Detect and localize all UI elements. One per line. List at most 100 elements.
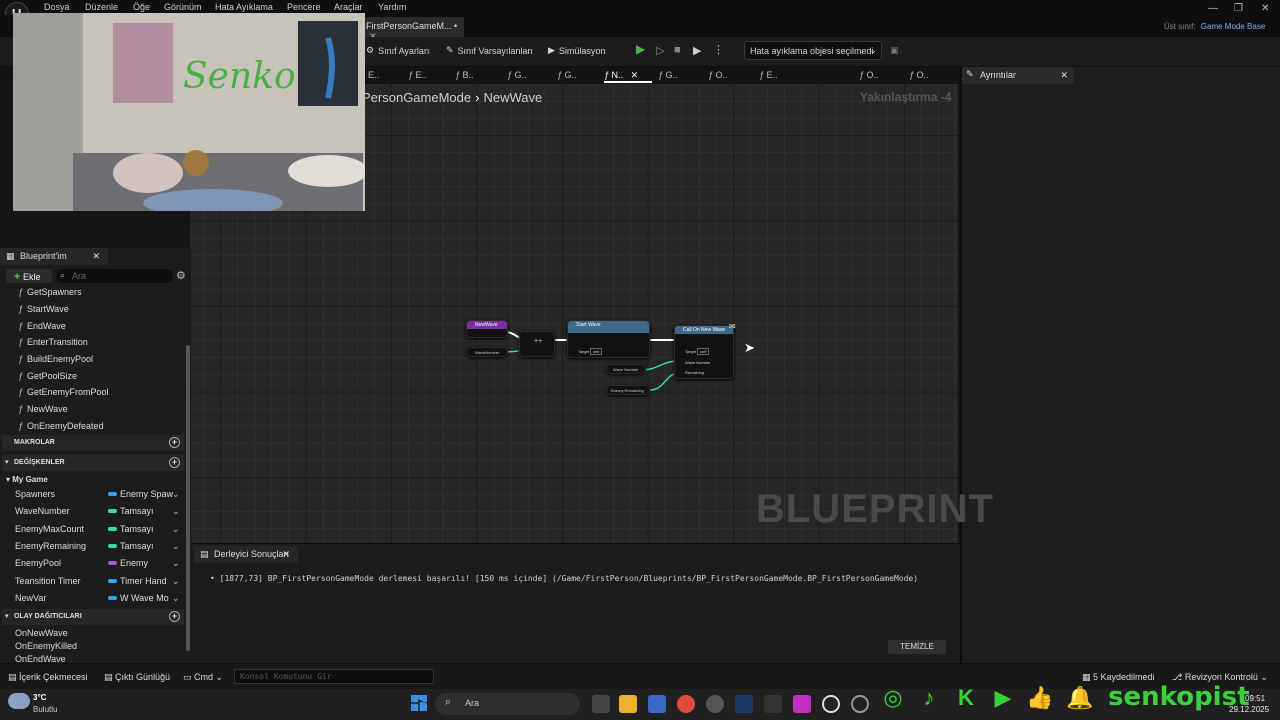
variable-item[interactable]: EnemyRemaining (15, 541, 86, 551)
minimize-icon[interactable]: — (1208, 3, 1218, 14)
github-icon[interactable] (706, 695, 724, 713)
variable-type[interactable]: W Wave Mo (108, 593, 169, 603)
chevron-down-icon[interactable]: ⌄ (172, 524, 180, 535)
macros-section[interactable]: MAKROLAR + (2, 435, 184, 451)
file-explorer-icon[interactable] (619, 695, 637, 713)
variable-item[interactable]: EnemyMaxCount (15, 524, 84, 534)
simulation-button[interactable]: ▶ Simülasyon (548, 45, 605, 56)
cmd-select[interactable]: ▭ Cmd ⌄ (183, 672, 223, 683)
variable-type[interactable]: Tamsayı (108, 541, 154, 551)
chevron-down-icon[interactable]: ⌄ (172, 506, 180, 517)
tab-function-2[interactable]: ƒ E.. (408, 68, 456, 83)
variable-type[interactable]: Tamsayı (108, 524, 154, 534)
close-tab-icon[interactable]: ✕ (1060, 70, 1068, 81)
tab-function-11[interactable]: ƒ O.. (909, 68, 957, 83)
add-variable-icon[interactable]: + (169, 457, 180, 468)
function-item[interactable]: ƒ NewWave (18, 404, 68, 414)
function-item[interactable]: ƒ GetPoolSize (18, 371, 77, 381)
step-icon[interactable]: ▷ (656, 44, 664, 57)
task-view-icon[interactable] (592, 695, 610, 713)
browse-icon[interactable]: ▣ (890, 45, 899, 56)
function-item[interactable]: ƒ OnEnemyDefeated (18, 421, 104, 431)
add-button[interactable]: + Ekle (6, 269, 52, 283)
more-options-icon[interactable]: ⋮ (713, 43, 724, 56)
tab-function-7[interactable]: ƒ G.. (658, 68, 706, 83)
event-dispatchers-section[interactable]: ▾ OLAY DAĞITICILARI + (2, 609, 184, 625)
my-blueprint-tab[interactable]: ▦ Blueprint'im ✕ (0, 248, 108, 265)
close-tab-icon[interactable]: ✕ (92, 251, 100, 262)
left-panel-scrollbar[interactable] (186, 345, 190, 651)
chrome-icon[interactable] (677, 695, 695, 713)
variable-type[interactable]: Enemy (108, 558, 148, 568)
app-icon[interactable] (793, 695, 811, 713)
menu-edit[interactable]: Düzenle (85, 2, 118, 12)
chevron-down-icon[interactable]: ⌄ (172, 541, 180, 552)
search-input[interactable]: ⌕ Ara (56, 269, 173, 283)
dispatcher-item[interactable]: OnNewWave (15, 628, 68, 638)
class-defaults-button[interactable]: ✎ Sınıf Varsayılanları (446, 45, 533, 56)
store-icon[interactable] (648, 695, 666, 713)
variable-type[interactable]: Enemy Spaw (108, 489, 173, 499)
chevron-down-icon[interactable]: ⌄ (172, 576, 180, 587)
output-log-button[interactable]: ▤ Çıktı Günlüğü (104, 672, 170, 683)
function-item[interactable]: ƒ BuildEnemyPool (18, 354, 93, 364)
wave-number-pin[interactable]: WaveNumber (466, 347, 508, 357)
epic-games-icon[interactable] (764, 695, 782, 713)
stop-icon[interactable]: ■ (674, 44, 681, 56)
tab-function-10[interactable]: ƒ O.. (859, 68, 907, 83)
tab-function-9[interactable]: ƒ E.. (759, 68, 807, 83)
function-item[interactable]: ƒ EndWave (18, 321, 66, 331)
variable-type[interactable]: Tamsayı (108, 506, 154, 516)
menu-debug[interactable]: Hata Ayıklama (215, 2, 273, 12)
call-on-new-wave-node[interactable]: Call On New Wave Target self Wave Number… (674, 325, 734, 379)
clear-button[interactable]: TEMİZLE (888, 640, 946, 654)
event-node-newwave[interactable]: NewWave (466, 320, 508, 338)
close-window-icon[interactable]: ✕ (1261, 3, 1269, 14)
sequence-node[interactable]: ++ (519, 331, 555, 357)
start-wave-node[interactable]: Start Wave Target self (567, 320, 650, 358)
tab-function-newwave[interactable]: ƒ N.. ✕ (604, 68, 652, 83)
class-settings-button[interactable]: ⚙ Sınıf Ayarları (366, 45, 429, 56)
tab-function-4[interactable]: ƒ G.. (507, 68, 555, 83)
add-macro-icon[interactable]: + (169, 437, 180, 448)
function-item[interactable]: ƒ GetSpawners (18, 287, 82, 297)
function-item[interactable]: ƒ StartWave (18, 304, 69, 314)
menu-file[interactable]: Dosya (44, 2, 70, 12)
function-item[interactable]: ƒ EnterTransition (18, 337, 88, 347)
add-dispatcher-icon[interactable]: + (169, 611, 180, 622)
menu-help[interactable]: Yardım (378, 2, 406, 12)
play-icon[interactable]: ▶ (636, 42, 645, 56)
document-tab[interactable]: FirstPersonGameM... • ✕ (360, 17, 464, 41)
wave-number-getter[interactable]: Wave Number (606, 364, 646, 374)
tab-function-5[interactable]: ƒ G.. (557, 68, 605, 83)
enemy-remaining-getter[interactable]: Enemy Remaining (606, 385, 650, 395)
chevron-down-icon[interactable]: ⌄ (172, 558, 180, 569)
steam-icon[interactable] (735, 695, 753, 713)
variable-type[interactable]: Timer Hand (108, 576, 167, 586)
tab-function-3[interactable]: ƒ B.. (455, 68, 503, 83)
debug-object-select[interactable]: Hata ayıklama objesi seçilmedi ⌄ (744, 41, 882, 60)
console-input[interactable]: Konsol Komutunu Gir (234, 669, 434, 684)
restore-icon[interactable]: ❐ (1234, 3, 1243, 14)
close-tab-icon[interactable]: ✕ (631, 70, 639, 80)
menu-view[interactable]: Görünüm (164, 2, 202, 12)
variable-item[interactable]: Teansition Timer (15, 576, 81, 586)
function-item[interactable]: ƒ GetEnemyFromPool (18, 387, 109, 397)
variable-item[interactable]: WaveNumber (15, 506, 70, 516)
variable-category[interactable]: ▾ My Game (6, 475, 48, 484)
variable-item[interactable]: EnemyPool (15, 558, 61, 568)
content-drawer-button[interactable]: ▤ İçerik Çekmecesi (8, 672, 88, 683)
parent-class-link[interactable]: Game Mode Base (1201, 22, 1265, 31)
chevron-down-icon[interactable]: ⌄ (172, 489, 180, 500)
menu-tools[interactable]: Araçlar (334, 2, 363, 12)
menu-asset[interactable]: Öğe (133, 2, 150, 12)
variables-section[interactable]: ▾ DEĞİŞKENLER + (2, 455, 184, 471)
unreal-engine-icon[interactable] (851, 695, 869, 713)
chevron-down-icon[interactable]: ⌄ (172, 593, 180, 604)
close-tab-icon[interactable]: ✕ (282, 549, 290, 560)
menu-window[interactable]: Pencere (287, 2, 321, 12)
variable-item[interactable]: Spawners (15, 489, 55, 499)
breadcrumb-parent[interactable]: PersonGameMode (362, 90, 471, 105)
compiler-tab[interactable]: ▤ Derleyici Sonuçları ✕ (194, 546, 298, 563)
tab-function-8[interactable]: ƒ O.. (708, 68, 756, 83)
